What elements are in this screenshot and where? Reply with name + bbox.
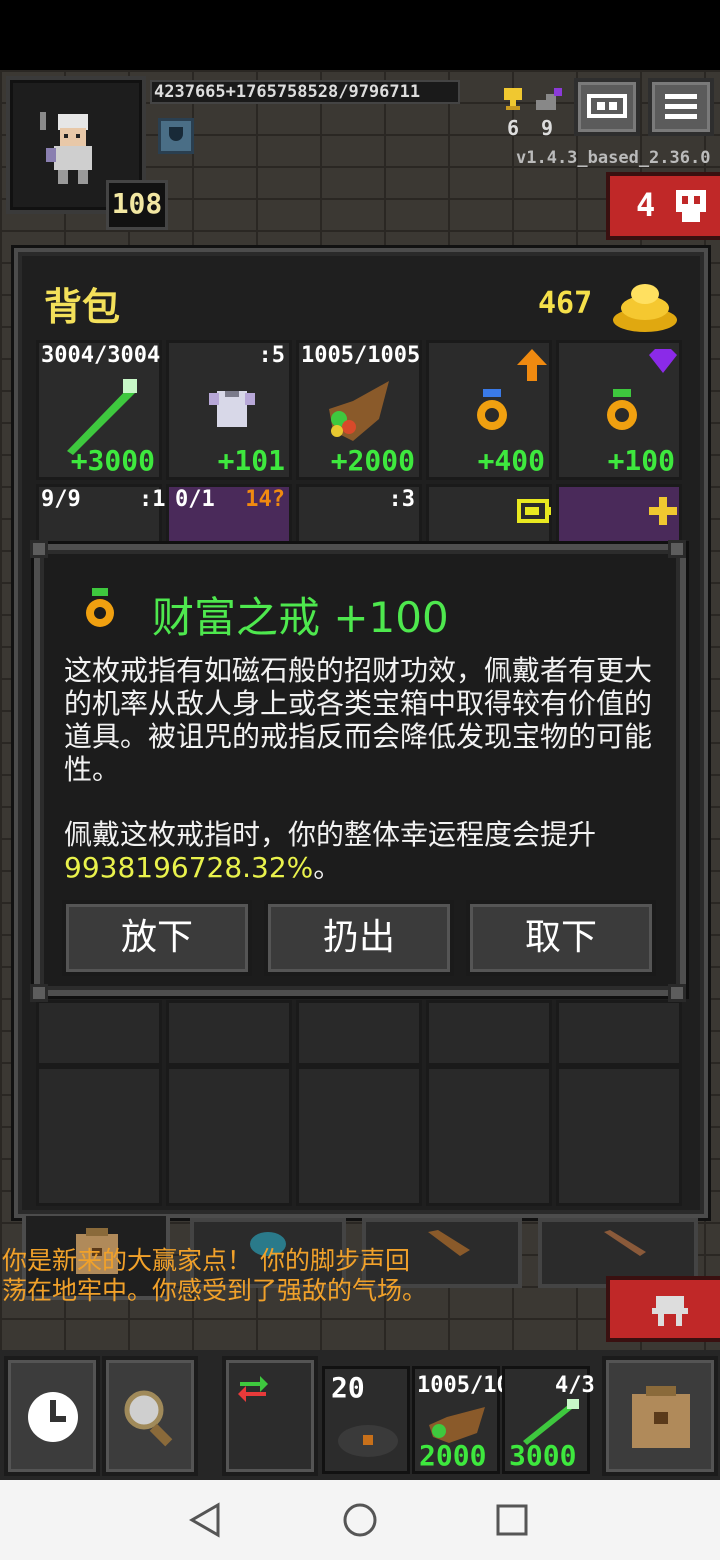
inventory-slot-empty[interactable] (296, 1066, 422, 1206)
inventory-slot-ring-of-wealth[interactable]: +100 (556, 340, 682, 480)
unequip-button[interactable]: 取下 (466, 900, 656, 976)
slot-tier-label: :3 (388, 487, 416, 512)
log-line: 荡在地牢中。你感受到了强敌的气场。 (2, 1276, 428, 1305)
skull-icon (676, 190, 706, 222)
hero-level: 108 (106, 180, 168, 230)
search-button[interactable] (102, 1356, 198, 1476)
dialog-corner (668, 540, 686, 558)
version-label: v1.4.3_based_2.36.0 (516, 148, 711, 168)
gold-count: 467 (538, 286, 593, 321)
effect-value: 9938196728.32% (64, 851, 314, 884)
log-line: 你是新来的大赢家点！ 你的脚步声回 (2, 1246, 410, 1275)
quickslot-swap-button[interactable] (222, 1356, 318, 1476)
wait-button[interactable] (4, 1356, 100, 1476)
item-effect-text: 佩戴这枚戒指时，你的整体幸运程度会提升9938196728.32%。 (64, 818, 664, 884)
inventory-slot[interactable]: :3 (296, 484, 422, 548)
dialog-corner (668, 984, 686, 1002)
slot-charge-label: 3004/3004 (41, 343, 161, 368)
slot-tier-label: :5 (258, 343, 286, 368)
quickslot-level: 2000 (419, 1439, 487, 1472)
horn-of-plenty-icon (329, 381, 389, 441)
inventory-slot-empty[interactable] (426, 1066, 552, 1206)
inventory-slot-horn[interactable]: 1005/1005 +2000 (296, 340, 422, 480)
inventory-slot-empty[interactable] (166, 1066, 292, 1206)
armor-icon (209, 391, 255, 427)
menu-button[interactable] (648, 78, 714, 136)
ring-of-wealth-icon (86, 588, 114, 627)
slot-charge-label: 0/1 (175, 487, 215, 512)
effect-suffix: 。 (313, 851, 342, 884)
slot-level-label: +2000 (330, 444, 415, 477)
plus-icon (649, 497, 677, 525)
inventory-slot-empty[interactable] (166, 1000, 292, 1066)
inventory-slot-empty[interactable] (556, 1066, 682, 1206)
trophy-icon (504, 88, 522, 110)
hero-sprite-icon (40, 112, 92, 184)
inventory-slot[interactable]: :1 0/1 14? (139, 484, 292, 548)
drop-button[interactable]: 放下 (62, 900, 252, 976)
enemy-icon (652, 1296, 688, 1326)
inventory-button[interactable] (602, 1356, 718, 1476)
inventory-slot-empty[interactable] (36, 1000, 162, 1066)
quickslot-2[interactable]: 1005/1005 2000 (412, 1366, 536, 1474)
status-bar (0, 0, 720, 70)
gem-icon (649, 349, 677, 373)
stairs-icon (536, 88, 562, 110)
swap-icon (238, 1376, 268, 1402)
attack-target-button[interactable] (606, 1276, 720, 1342)
inventory-slot-empty[interactable] (296, 1000, 422, 1066)
recents-icon[interactable] (496, 1504, 528, 1536)
item-description: 这枚戒指有如磁石般的招财功效，佩戴者有更大的机率从敌人身上或各类宝箱中取得较有价… (64, 654, 653, 786)
gold-pile-icon (613, 284, 677, 332)
slot-level-label: +3000 (70, 444, 155, 477)
depth-count: 9 (540, 116, 554, 140)
danger-count: 4 (636, 186, 656, 224)
quickslot-count: 20 (331, 1371, 365, 1404)
inventory-slot[interactable] (426, 484, 552, 548)
inventory-slot-ring[interactable]: +400 (426, 340, 552, 480)
back-icon[interactable] (188, 1502, 224, 1538)
ring-icon (477, 389, 507, 430)
inventory-slot-empty[interactable] (426, 1000, 552, 1066)
backpack-icon (632, 1386, 690, 1448)
backpack-title: 背包 (44, 285, 121, 329)
slot-charge-label: 1005/1005 (301, 343, 421, 368)
quickslot-1[interactable]: 20 (322, 1366, 410, 1474)
home-icon[interactable] (342, 1502, 378, 1538)
slot-tier-label: :1 (139, 487, 166, 512)
dialog-corner (30, 984, 48, 1002)
game-log: 你是新来的大赢家点！ 你的脚步声回 荡在地牢中。你感受到了强敌的气场。 (2, 1246, 602, 1306)
clock-icon (28, 1392, 78, 1442)
bomb-icon (338, 1425, 398, 1457)
hero-stats-bar: 4237665+1765758528/9796711 (150, 80, 460, 104)
inventory-slot-wand[interactable]: 3004/3004 +3000 (36, 340, 162, 480)
inventory-slot-empty[interactable] (36, 1066, 162, 1206)
menu-icon (665, 94, 697, 119)
slot-unknown-level: 14? (245, 487, 285, 512)
battery-icon (517, 499, 551, 523)
shield-buff-icon[interactable] (158, 118, 194, 154)
slot-level-label: +101 (217, 444, 285, 477)
inventory-slot-armor[interactable]: :5 +101 (166, 340, 292, 480)
item-title: 财富之戒 +100 (152, 593, 449, 642)
journal-button[interactable] (574, 78, 640, 136)
slot-level-label: +100 (607, 444, 675, 477)
system-nav-bar (0, 1480, 720, 1560)
bandolier-icon (604, 1230, 646, 1256)
effect-prefix: 佩戴这枚戒指时，你的整体幸运程度会提升 (64, 818, 597, 851)
dialog-corner (30, 540, 48, 558)
quickslot-charges: 4/3 (555, 1373, 595, 1398)
quickslot-level: 3000 (509, 1439, 577, 1472)
upgrade-arrow-icon (517, 349, 547, 381)
challenge-count: 6 (506, 116, 520, 140)
ring-of-wealth-icon (607, 389, 637, 430)
slot-charge-label: 9/9 (41, 487, 81, 512)
inventory-slot[interactable] (556, 484, 682, 548)
quickslot-3[interactable]: 4/3 3000 (502, 1366, 595, 1474)
throw-button[interactable]: 扔出 (264, 900, 454, 976)
search-journal-icon (587, 94, 627, 118)
magnifier-icon (124, 1390, 173, 1447)
slot-level-label: +400 (477, 444, 545, 477)
inventory-slot-empty[interactable] (556, 1000, 682, 1066)
